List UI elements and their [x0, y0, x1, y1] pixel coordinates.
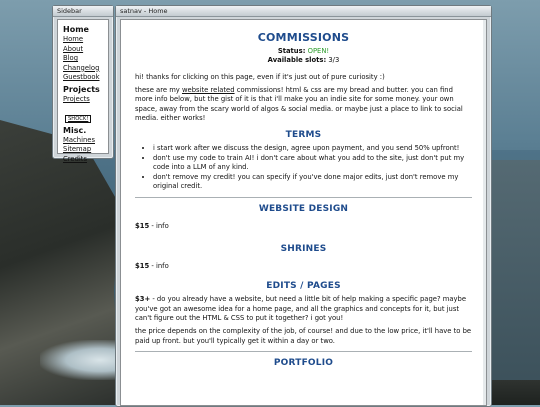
edits-heading: EDITS / PAGES	[266, 281, 341, 292]
divider	[135, 196, 472, 198]
terms-item: don't use my code to train AI! i don't c…	[153, 154, 472, 173]
edits-price: $3+	[135, 295, 151, 304]
edits-paragraph-2: the price depends on the complexity of t…	[135, 326, 472, 345]
sidebar-window: Sidebar Home Home About Blog Changelog G…	[52, 5, 114, 163]
sidebar-link-sitemap[interactable]: Sitemap	[63, 145, 103, 155]
terms-list: i start work after we discuss the design…	[135, 144, 472, 192]
sidebar-link-about[interactable]: About	[63, 45, 103, 55]
sidebar-heading-misc: Misc.	[63, 125, 87, 135]
sidebar-link-guestbook[interactable]: Guestbook	[63, 73, 103, 83]
sidebar-link-blog[interactable]: Blog	[63, 54, 103, 64]
terms-heading: TERMS	[285, 129, 322, 140]
sidebar-badge-shock[interactable]: SHOCK!	[65, 114, 92, 123]
sidebar-link-home[interactable]: Home	[63, 35, 103, 45]
divider	[135, 351, 472, 353]
shrines-heading: SHRINES	[280, 243, 327, 254]
shrines-price: $15	[135, 261, 150, 270]
scrollbar[interactable]	[483, 20, 486, 405]
slots-line: Available slots: 3/3	[135, 56, 472, 64]
slots-label: Available slots:	[267, 56, 327, 64]
sidebar-window-title: Sidebar	[53, 6, 113, 17]
status-value: OPEN!	[307, 47, 330, 55]
main-window: satnav - Home COMMISSIONS Status: OPEN! …	[115, 5, 492, 407]
shrines-info: - info	[149, 261, 169, 270]
sidebar-link-credits[interactable]: Credits	[63, 155, 103, 165]
sidebar-heading-home: Home	[63, 25, 89, 34]
shrines-price-line: $15 - info	[135, 262, 472, 272]
background-water-right	[490, 160, 540, 405]
sidebar-pane: Home Home About Blog Changelog Guestbook…	[57, 19, 109, 163]
website-design-info: - info	[149, 221, 169, 230]
website-design-heading: WEBSITE DESIGN	[258, 203, 349, 214]
status-line: Status: OPEN!	[135, 47, 472, 55]
website-design-price-line: $15 - info	[135, 222, 472, 232]
sidebar-link-projects[interactable]: Projects	[63, 95, 103, 105]
commissions-heading: COMMISSIONS	[257, 31, 350, 44]
website-related-link[interactable]: website related	[182, 86, 235, 94]
slots-value: 3/3	[328, 56, 340, 64]
terms-item: don't remove my credit! you can specify …	[153, 173, 472, 192]
sidebar-link-machines[interactable]: Machines	[63, 136, 103, 146]
main-window-title: satnav - Home	[116, 6, 491, 17]
main-pane[interactable]: COMMISSIONS Status: OPEN! Available slot…	[120, 19, 487, 406]
portfolio-heading: PORTFOLIO	[273, 358, 334, 369]
sidebar-link-changelog[interactable]: Changelog	[63, 64, 103, 74]
website-design-price: $15	[135, 221, 150, 230]
terms-item: i start work after we discuss the design…	[153, 144, 472, 154]
edits-text-1: - do you already have a website, but nee…	[135, 295, 467, 323]
edits-paragraph-1: $3+ - do you already have a website, but…	[135, 295, 472, 324]
intro-paragraph-1: hi! thanks for clicking on this page, ev…	[135, 73, 385, 81]
status-label: Status:	[277, 47, 306, 55]
intro-paragraph-2: these are my website related commissions…	[135, 86, 472, 124]
sidebar-heading-projects: Projects	[63, 84, 100, 94]
intro-text-a: these are my	[135, 85, 182, 94]
